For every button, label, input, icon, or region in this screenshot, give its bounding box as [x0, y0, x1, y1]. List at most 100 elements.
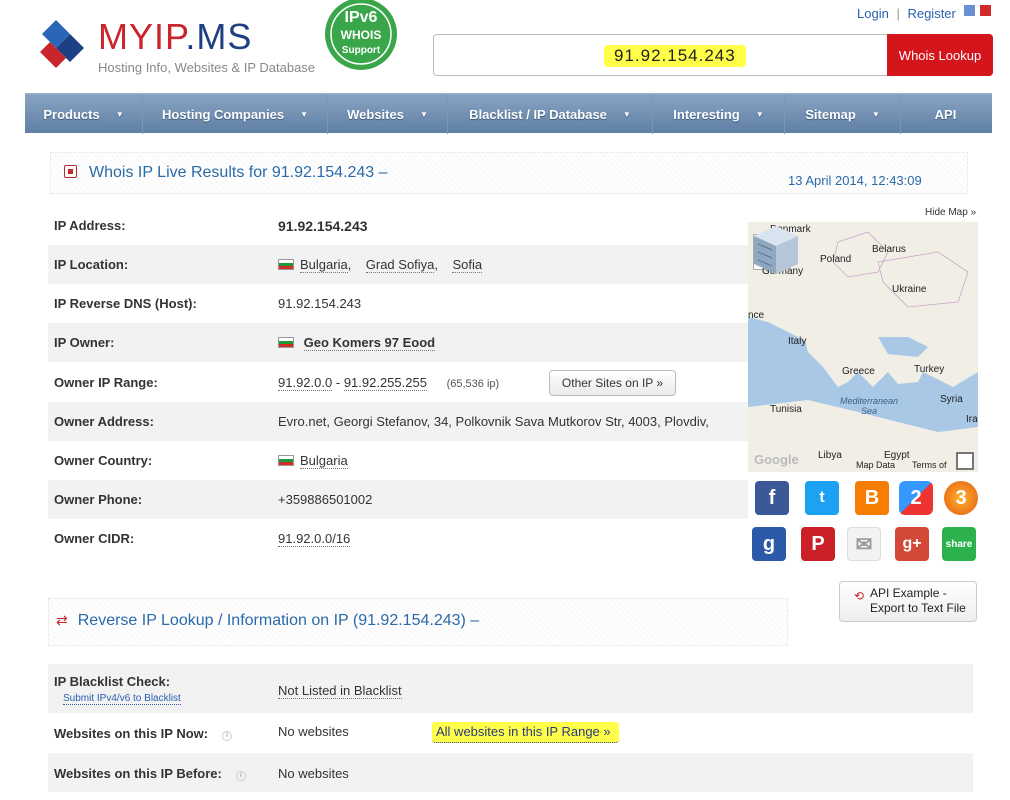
twitter-icon[interactable]: t [805, 481, 839, 515]
info-icon[interactable]: i [222, 731, 233, 741]
firefox-icon[interactable]: 3 [944, 481, 978, 515]
info-icon[interactable]: i [235, 771, 246, 781]
register-link[interactable]: Register [907, 6, 955, 21]
row-websites-before: Websites on this IP Before: i No websites [48, 753, 973, 792]
map-label: Syria [940, 394, 963, 405]
nav-sitemap[interactable]: Sitemap ▼ [785, 94, 901, 134]
row-label: Websites on this IP Before: i [54, 766, 246, 781]
row-label: IP Location: [54, 257, 129, 272]
google-logo: Google [754, 452, 799, 467]
map-data-link[interactable]: Map Data [856, 460, 895, 470]
chevron-down-icon: ▼ [871, 109, 880, 119]
city-link[interactable]: Sofia [452, 257, 483, 273]
ip-owner-value: Geo Komers 97 Eood [278, 335, 436, 351]
owner-country-link[interactable]: Bulgaria [300, 453, 348, 469]
login-link[interactable]: Login [857, 6, 889, 21]
fullscreen-icon[interactable] [956, 452, 974, 470]
row-websites-now: Websites on this IP Now: i No websites Al… [48, 714, 973, 753]
logo-diamond-icon [40, 20, 84, 68]
map-label: Libya [818, 450, 842, 461]
api-example-button[interactable]: ⟲ API Example - Export to Text File [839, 581, 977, 622]
websites-now-label: Websites on this IP Now: [54, 726, 209, 741]
range-from-link[interactable]: 91.92.0.0 [278, 375, 333, 391]
row-owner-address: Owner Address: Evro.net, Georgi Stefanov… [48, 402, 748, 441]
reverse-dns-value: 91.92.154.243 [278, 296, 362, 311]
map-terms-link[interactable]: Terms of [912, 460, 947, 470]
language-en-icon[interactable] [964, 5, 975, 16]
owner-link[interactable]: Geo Komers 97 Eood [303, 335, 436, 351]
owner-cidr-link[interactable]: 91.92.0.0/16 [278, 531, 351, 547]
language-alt-icon[interactable] [980, 5, 991, 16]
map-label: Turkey [914, 364, 945, 375]
whois-title: Whois IP Live Results for 91.92.154.243 … [64, 164, 388, 182]
brand-name: MYIP.MS [98, 16, 252, 58]
websites-before-value: No websites [278, 766, 349, 781]
facebook-icon[interactable]: f [755, 481, 789, 515]
range-dash: - [335, 375, 341, 390]
nav-interesting[interactable]: Interesting ▼ [653, 94, 785, 134]
blacklist-status[interactable]: Not Listed in Blacklist [278, 683, 402, 699]
nav-products[interactable]: Products ▼ [25, 94, 143, 134]
nav-api[interactable]: API [901, 94, 990, 134]
chevron-down-icon: ▼ [622, 109, 631, 119]
row-reverse-dns: IP Reverse DNS (Host): 91.92.154.243 [48, 284, 748, 323]
map-sea-label: Mediterranean Sea [839, 396, 899, 416]
bulgaria-flag-icon [278, 337, 294, 348]
badge-line-2: WHOIS [341, 28, 382, 42]
whois-lookup-button[interactable]: Whois Lookup [887, 34, 993, 76]
region-link[interactable]: Grad Sofiya [365, 257, 435, 273]
nav-label: Interesting [673, 106, 740, 122]
popup-icon[interactable] [64, 165, 77, 178]
chevron-down-icon: ▼ [419, 109, 428, 119]
api-line-2: Export to Text File [870, 601, 966, 615]
whois-date: 13 April 2014, 12:43:09 [788, 173, 922, 188]
refresh-icon: ⟲ [854, 589, 865, 603]
api-line-1: API Example - [870, 586, 947, 600]
range-to-link[interactable]: 91.92.255.255 [343, 375, 427, 391]
map-label: nce [748, 310, 765, 321]
pinterest-icon[interactable]: P [801, 527, 835, 561]
nav-blacklist[interactable]: Blacklist / IP Database ▼ [448, 94, 653, 134]
search-input[interactable]: 91.92.154.243 [604, 45, 746, 67]
top-links: Login | Register [857, 6, 956, 21]
row-label: IP Reverse DNS (Host): [54, 296, 197, 311]
all-websites-range-link[interactable]: All websites in this IP Range » [432, 722, 619, 743]
email-icon[interactable]: ✉ [847, 527, 881, 561]
site-logo[interactable]: MYIP.MS Hosting Info, Websites & IP Data… [36, 14, 316, 80]
hide-map-link[interactable]: Hide Map » [925, 207, 976, 218]
other-sites-button[interactable]: Other Sites on IP » [549, 370, 676, 396]
brand-tagline: Hosting Info, Websites & IP Database [98, 60, 316, 75]
row-label: Websites on this IP Now: i [54, 726, 233, 741]
country-link[interactable]: Bulgaria [300, 257, 348, 273]
badge-line-1: IPv6 [345, 9, 378, 26]
chevron-down-icon: ▼ [755, 109, 764, 119]
blogger-icon[interactable]: B [855, 481, 889, 515]
map-label: Poland [820, 254, 852, 265]
google-icon[interactable]: g [752, 527, 786, 561]
nav-websites[interactable]: Websites ▼ [328, 94, 448, 134]
row-blacklist-check: IP Blacklist Check: Submit IPv4/v6 to Bl… [48, 664, 973, 713]
bulgaria-flag-icon [278, 455, 294, 466]
top-links-separator: | [896, 6, 900, 21]
row-owner-country: Owner Country: Bulgaria [48, 441, 748, 480]
submit-blacklist-link[interactable]: Submit IPv4/v6 to Blacklist [63, 693, 181, 705]
owner-country-value: Bulgaria [278, 453, 348, 469]
swap-arrows-icon: ⇄ [56, 612, 68, 628]
chevron-down-icon: ▼ [115, 109, 124, 119]
bulgaria-flag-icon [278, 259, 294, 270]
row-label: Owner Phone: [54, 492, 143, 507]
nav-hosting-companies[interactable]: Hosting Companies ▼ [143, 94, 328, 134]
map-label: Belarus [872, 244, 906, 255]
nav-label: Blacklist / IP Database [469, 106, 607, 122]
ipv6-whois-badge-icon: IPv6 WHOIS Support [325, 0, 397, 70]
share-icon[interactable]: share [942, 527, 976, 561]
range-count: (65,536 ip) [446, 378, 500, 390]
location-map[interactable]: +− Denmark Belarus Poland Germany Ukrain… [748, 222, 978, 472]
brand-red: MYIP [98, 16, 186, 57]
delicious-icon[interactable]: 2 [899, 481, 933, 515]
google-plus-icon[interactable]: g+ [895, 527, 929, 561]
nav-label: Websites [347, 106, 404, 122]
row-label: IP Address: [54, 218, 126, 233]
badge-line-3: Support [342, 45, 381, 56]
owner-phone-value: +359886501002 [278, 492, 373, 507]
